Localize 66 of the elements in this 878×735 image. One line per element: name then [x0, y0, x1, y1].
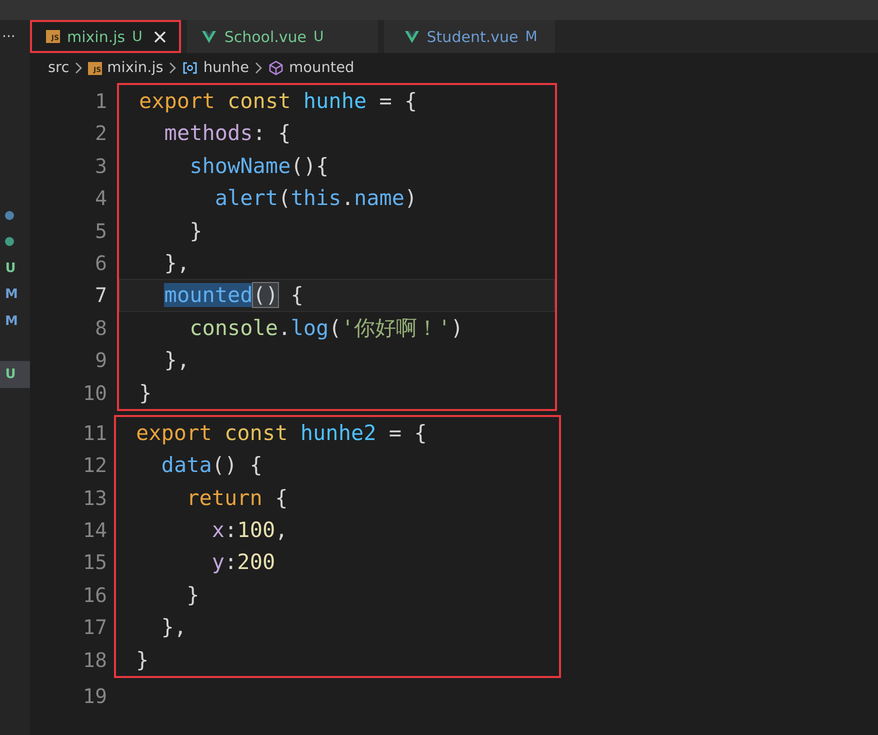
explorer-row[interactable]: M — [0, 282, 30, 308]
line-number: 1 — [94, 88, 107, 115]
code-line: } — [186, 582, 200, 607]
code-line: mounted() { — [163, 283, 304, 308]
more-actions-button[interactable]: ··· — [0, 22, 24, 52]
line-number: 15 — [82, 549, 107, 576]
chevron-right-icon — [74, 61, 84, 75]
line-number: 9 — [94, 347, 107, 374]
close-icon — [153, 30, 168, 44]
vue-logo-icon — [404, 28, 420, 44]
editor-tab[interactable]: Student.vue M — [384, 20, 556, 53]
breadcrumb-item[interactable]: mounted — [289, 60, 354, 76]
breadcrumb-item[interactable]: hunhe — [203, 60, 250, 76]
cube-icon — [268, 60, 284, 76]
code-line: }, — [160, 615, 187, 640]
variable-icon — [182, 60, 198, 76]
editor-tab[interactable]: School.vue U — [187, 20, 378, 53]
line-number: 18 — [82, 646, 107, 674]
tab-label: mixin.js — [67, 28, 126, 46]
line-number: 6 — [94, 250, 107, 277]
code-line: }, — [163, 348, 190, 372]
breadcrumb-item[interactable]: mixin.js — [107, 60, 164, 76]
breadcrumb-item[interactable]: src — [48, 60, 70, 76]
code-line: } — [136, 648, 149, 672]
explorer-row[interactable]: U — [0, 361, 30, 388]
line-number: 2 — [94, 120, 107, 148]
code-line: showName(){ — [188, 154, 329, 178]
code-line: } — [188, 218, 202, 243]
line-number: 17 — [82, 614, 107, 642]
code-line: } — [139, 380, 152, 405]
git-status-letter: U — [5, 366, 16, 382]
line-number: 5 — [94, 218, 107, 245]
chevron-right-icon — [254, 61, 264, 75]
git-status-letter: U — [314, 28, 324, 44]
explorer-row[interactable]: M — [0, 308, 30, 334]
line-number: 8 — [94, 314, 107, 342]
line-number: 11 — [82, 420, 107, 447]
code-line: export const hunhe2 = { — [136, 420, 427, 445]
code-line: y:200 — [210, 550, 276, 574]
git-status-letter: M — [525, 28, 538, 44]
line-number: 4 — [94, 185, 107, 212]
line-number: 19 — [82, 683, 107, 710]
git-status-letter: U — [132, 28, 142, 44]
tab-label: Student.vue — [426, 28, 518, 46]
code-line: x:100, — [210, 518, 288, 542]
line-number: 14 — [82, 517, 107, 544]
tab-label: School.vue — [224, 28, 307, 46]
chevron-right-icon — [168, 61, 178, 75]
line-number: 3 — [94, 152, 107, 180]
vue-logo-icon — [201, 28, 218, 44]
git-status-letter: M — [5, 314, 16, 329]
git-status-letter: U — [5, 260, 16, 276]
code-line: export const hunhe = { — [139, 89, 418, 113]
code-line: alert(this.name) — [214, 186, 418, 210]
code-line: return { — [186, 486, 288, 510]
code-line: methods: { — [163, 121, 291, 146]
line-number: 7 — [94, 282, 107, 310]
line-number: 16 — [82, 582, 107, 609]
line-number: 12 — [82, 452, 107, 480]
explorer-row[interactable]: U — [0, 255, 30, 282]
line-number: 10 — [82, 380, 107, 407]
code-line: console.log('你好啊！') — [188, 316, 464, 340]
line-number: 13 — [82, 484, 107, 512]
code-line: data() { — [160, 453, 262, 478]
git-status-letter: M — [5, 287, 16, 302]
code-line: }, — [163, 250, 190, 275]
